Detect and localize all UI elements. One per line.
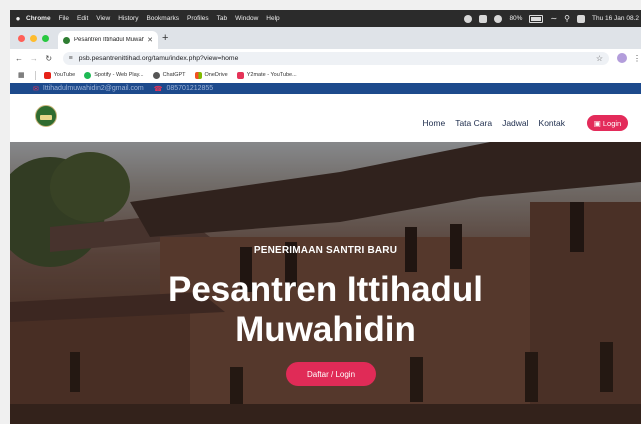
reload-button[interactable]: ↻ (43, 54, 55, 63)
nav-home[interactable]: Home (423, 118, 446, 128)
bookmark-youtube[interactable]: YouTube (43, 71, 76, 79)
contact-email[interactable]: Ittihadulmuwahidin2@gmail.com (43, 85, 144, 92)
menu-history[interactable]: History (118, 15, 138, 22)
browser-toolbar: ← → ↻ ≡ psb.pesantrenittihad.org/tamu/in… (10, 49, 641, 67)
tab-title: Pesantren Ittihadul Muwahidin (74, 37, 145, 43)
apple-icon[interactable]: ● (10, 14, 26, 23)
site-navbar: Home Tata Cara Jadwal Kontak ▣ Login (10, 94, 641, 142)
y2mate-icon (236, 71, 244, 79)
bookmarks-divider (34, 70, 36, 80)
back-button[interactable]: ← (13, 54, 25, 63)
login-label: Login (602, 118, 622, 128)
status-app-icon[interactable] (464, 14, 473, 23)
bookmark-label: Spotify - Web Play... (94, 72, 144, 78)
envelope-icon: ✉ (33, 85, 39, 93)
onedrive-icon (194, 71, 202, 79)
site-logo[interactable] (35, 105, 57, 127)
clock[interactable]: Thu 16 Jan 08.2 (592, 15, 639, 22)
browser-tab[interactable]: Pesantren Ittihadul Muwahidin ✕ (58, 31, 158, 49)
menu-help[interactable]: Help (266, 15, 279, 22)
battery-percent[interactable]: 80% (509, 15, 522, 22)
contact-phone[interactable]: 085701212855 (166, 85, 213, 92)
control-center-icon[interactable] (577, 14, 586, 23)
bookmark-y2mate[interactable]: Y2mate - YouTube... (236, 71, 297, 79)
hero-title-line2: Muwahidin (235, 310, 416, 349)
bookmark-star-icon[interactable]: ☆ (596, 54, 603, 63)
hero-title: Pesantren Ittihadul Muwahidin (10, 270, 641, 350)
hero-kicker: PENERIMAAN SANTRI BARU (253, 245, 398, 256)
cloud-icon[interactable] (494, 14, 503, 23)
screenshot-icon[interactable] (479, 14, 488, 23)
bookmark-label: Y2mate - YouTube... (246, 72, 297, 78)
battery-icon[interactable] (529, 14, 544, 23)
favicon-icon (63, 36, 70, 44)
bookmark-spotify[interactable]: Spotify - Web Play... (84, 71, 144, 79)
minimize-window-button[interactable] (30, 35, 37, 42)
new-tab-button[interactable]: + (162, 32, 168, 44)
zoom-window-button[interactable] (42, 35, 49, 42)
register-login-button[interactable]: Daftar / Login (286, 362, 376, 386)
site-settings-icon[interactable]: ≡ (69, 55, 73, 62)
phone-icon: ☎ (153, 85, 163, 93)
menu-edit[interactable]: Edit (77, 15, 88, 22)
hero-title-line1: Pesantren Ittihadul (167, 270, 484, 309)
address-bar[interactable]: ≡ psb.pesantrenittihad.org/tamu/index.ph… (62, 51, 610, 65)
youtube-icon (43, 71, 51, 79)
profile-avatar[interactable] (617, 53, 627, 63)
menu-tab[interactable]: Tab (217, 15, 227, 22)
login-button[interactable]: ▣ Login (587, 115, 628, 131)
nav-tata-cara[interactable]: Tata Cara (455, 118, 492, 128)
close-tab-icon[interactable]: ✕ (147, 36, 153, 44)
nav-jadwal[interactable]: Jadwal (502, 118, 528, 128)
apps-grid-icon[interactable]: ▦ (18, 71, 25, 79)
window-controls (18, 35, 49, 42)
tab-strip: Pesantren Ittihadul Muwahidin ✕ + (10, 27, 641, 49)
url-text[interactable]: psb.pesantrenittihad.org/tamu/index.php?… (79, 55, 596, 62)
forward-button[interactable]: → (28, 54, 40, 63)
more-menu-icon[interactable]: ⋮ (633, 54, 641, 63)
bookmark-onedrive[interactable]: OneDrive (194, 71, 228, 79)
site-nav: Home Tata Cara Jadwal Kontak (423, 118, 565, 128)
bookmarks-bar: ▦ YouTube Spotify - Web Play... ChatGPT … (10, 67, 641, 84)
bookmark-chatgpt[interactable]: ChatGPT (152, 71, 186, 79)
nav-kontak[interactable]: Kontak (539, 118, 565, 128)
bookmark-label: ChatGPT (162, 72, 186, 78)
wifi-icon[interactable]: ∼ (550, 14, 557, 23)
menu-window[interactable]: Window (235, 15, 258, 22)
menu-view[interactable]: View (96, 15, 110, 22)
chatgpt-icon (152, 71, 160, 79)
screen: ● Chrome File Edit View History Bookmark… (10, 10, 641, 424)
bookmark-label: YouTube (53, 72, 76, 78)
menu-app[interactable]: Chrome (26, 15, 51, 22)
mac-menu-bar: ● Chrome File Edit View History Bookmark… (10, 10, 641, 27)
menu-bookmarks[interactable]: Bookmarks (146, 15, 179, 22)
spotify-icon (84, 71, 92, 79)
hero-section: PENERIMAAN SANTRI BARU Pesantren Ittihad… (10, 142, 641, 424)
menu-profiles[interactable]: Profiles (187, 15, 209, 22)
bookmark-label: OneDrive (204, 72, 228, 78)
search-icon[interactable]: ⚲ (564, 14, 570, 23)
contact-topbar: ✉ Ittihadulmuwahidin2@gmail.com ☎ 085701… (10, 83, 641, 94)
close-window-button[interactable] (18, 35, 25, 42)
status-area: 80% ∼ ⚲ Thu 16 Jan 08.2 (464, 14, 641, 23)
menu-file[interactable]: File (59, 15, 69, 22)
lock-icon: ▣ (593, 118, 601, 128)
